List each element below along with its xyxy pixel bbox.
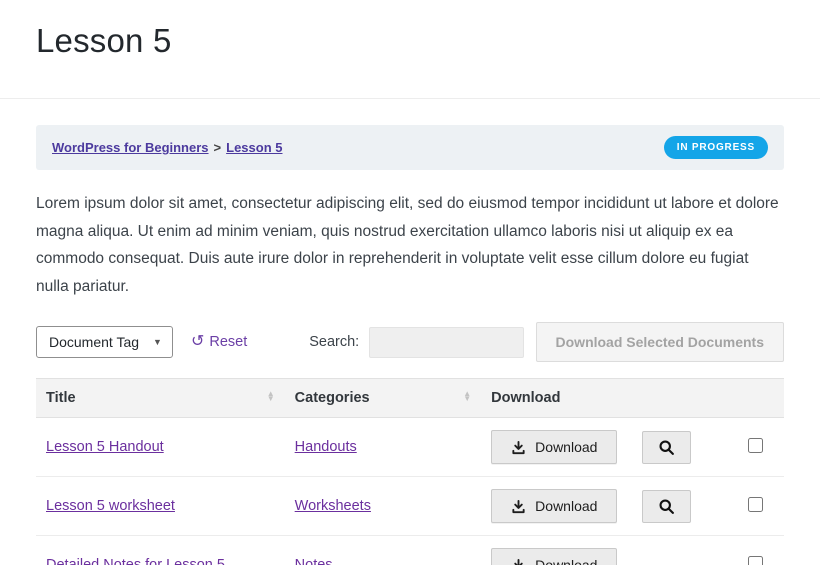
column-header-title[interactable]: Title ▲▼ — [36, 379, 285, 418]
preview-button[interactable] — [642, 490, 691, 523]
table-row: Lesson 5 worksheet Worksheets Download — [36, 477, 784, 536]
search-input[interactable] — [369, 327, 524, 358]
download-button[interactable]: Download — [491, 489, 617, 523]
breadcrumb: WordPress for Beginners > Lesson 5 — [52, 140, 282, 155]
category-cell: Worksheets — [285, 477, 482, 536]
title-cell: Lesson 5 Handout — [36, 418, 285, 477]
preview-cell — [632, 477, 728, 536]
column-header-download: Download — [481, 379, 631, 418]
preview-cell — [632, 418, 728, 477]
download-cell: Download — [481, 536, 631, 565]
page-title: Lesson 5 — [36, 22, 784, 60]
select-document-checkbox[interactable] — [748, 438, 763, 453]
download-cell: Download — [481, 418, 631, 477]
category-cell: Notes — [285, 536, 482, 565]
column-header-select — [728, 379, 784, 418]
sort-icon: ▲▼ — [267, 392, 275, 401]
select-cell — [728, 477, 784, 536]
reset-icon: ↺ — [191, 334, 204, 350]
search-label: Search: — [309, 334, 359, 350]
select-document-checkbox[interactable] — [748, 497, 763, 512]
category-cell: Handouts — [285, 418, 482, 477]
status-badge: IN PROGRESS — [664, 136, 768, 159]
title-cell: Lesson 5 worksheet — [36, 477, 285, 536]
breadcrumb-current-link[interactable]: Lesson 5 — [226, 140, 282, 155]
select-cell — [728, 536, 784, 565]
preview-button[interactable] — [642, 431, 691, 464]
select-document-checkbox[interactable] — [748, 556, 763, 565]
search-group: Search: — [309, 327, 524, 358]
breadcrumb-separator: > — [214, 140, 222, 155]
document-title-link[interactable]: Lesson 5 Handout — [46, 439, 164, 455]
breadcrumb-bar: WordPress for Beginners > Lesson 5 IN PROG… — [36, 125, 784, 170]
download-button-label: Download — [535, 439, 597, 455]
documents-toolbar: Document Tag ▼ ↺ Reset Search: Download … — [36, 322, 784, 362]
sort-icon: ▲▼ — [463, 392, 471, 401]
download-icon — [511, 440, 526, 455]
document-title-link[interactable]: Detailed Notes for Lesson 5 — [46, 557, 225, 565]
download-button[interactable]: Download — [491, 548, 617, 565]
document-tag-dropdown-value: Document Tag — [49, 334, 139, 350]
header-divider — [0, 98, 820, 99]
download-icon — [511, 558, 526, 565]
magnifier-icon — [658, 498, 675, 515]
document-tag-dropdown[interactable]: Document Tag ▼ — [36, 326, 173, 358]
table-header-row: Title ▲▼ Categories ▲▼ Download — [36, 379, 784, 418]
download-icon — [511, 499, 526, 514]
category-link[interactable]: Worksheets — [295, 498, 371, 514]
category-link[interactable]: Notes — [295, 557, 333, 565]
lesson-intro-text: Lorem ipsum dolor sit amet, consectetur … — [36, 190, 784, 300]
table-row: Lesson 5 Handout Handouts Download — [36, 418, 784, 477]
column-header-categories[interactable]: Categories ▲▼ — [285, 379, 482, 418]
documents-table: Title ▲▼ Categories ▲▼ Download Lesson 5… — [36, 378, 784, 565]
reset-button[interactable]: ↺ Reset — [191, 334, 247, 350]
documents-table-body: Lesson 5 Handout Handouts Download — [36, 418, 784, 565]
download-button[interactable]: Download — [491, 430, 617, 464]
download-button-label: Download — [535, 557, 597, 565]
download-cell: Download — [481, 477, 631, 536]
preview-cell — [632, 536, 728, 565]
column-header-preview — [632, 379, 728, 418]
select-cell — [728, 418, 784, 477]
download-selected-button[interactable]: Download Selected Documents — [536, 322, 784, 362]
chevron-down-icon: ▼ — [153, 337, 162, 347]
lesson-page: Lesson 5 WordPress for Beginners > Lesson … — [0, 0, 820, 565]
download-button-label: Download — [535, 498, 597, 514]
reset-label: Reset — [209, 334, 247, 350]
title-cell: Detailed Notes for Lesson 5 — [36, 536, 285, 565]
document-title-link[interactable]: Lesson 5 worksheet — [46, 498, 175, 514]
breadcrumb-course-link[interactable]: WordPress for Beginners — [52, 140, 209, 155]
magnifier-icon — [658, 439, 675, 456]
table-row: Detailed Notes for Lesson 5 Notes Downlo… — [36, 536, 784, 565]
category-link[interactable]: Handouts — [295, 439, 357, 455]
